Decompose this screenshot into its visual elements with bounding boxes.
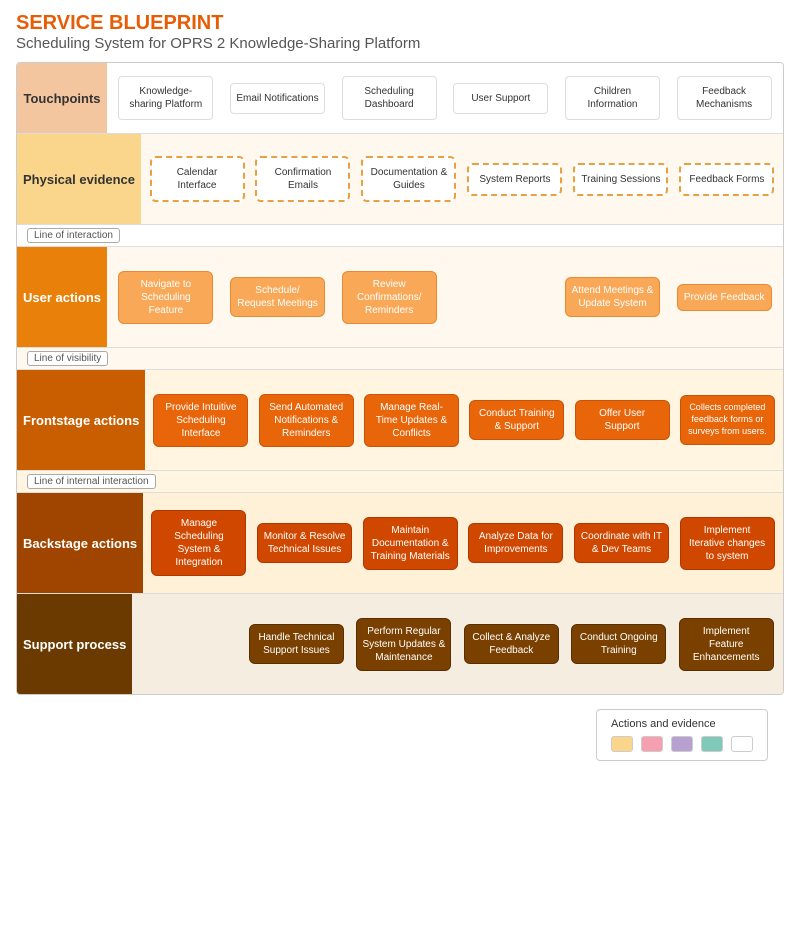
physical-card-3: Documentation & Guides bbox=[361, 156, 456, 202]
physical-card-6: Feedback Forms bbox=[679, 163, 774, 196]
physical-label: Physical evidence bbox=[17, 134, 141, 224]
touchpoint-card-3: Scheduling Dashboard bbox=[342, 76, 437, 120]
frontstage-label: Frontstage actions bbox=[17, 370, 145, 470]
frontstage-card-1: Provide Intuitive Scheduling Interface bbox=[153, 394, 248, 447]
main-title: SERVICE BLUEPRINT bbox=[16, 12, 784, 35]
physical-card-1: Calendar Interface bbox=[150, 156, 245, 202]
backstage-card-1: Manage Scheduling System & Integration bbox=[151, 510, 246, 576]
physical-card-2: Confirmation Emails bbox=[255, 156, 350, 202]
line-visibility-badge: Line of visibility bbox=[27, 351, 108, 366]
support-card-3: Perform Regular System Updates & Mainten… bbox=[356, 618, 451, 671]
frontstage-card-5: Offer User Support bbox=[575, 400, 670, 440]
legend-title: Actions and evidence bbox=[611, 718, 753, 730]
legend-items bbox=[611, 736, 753, 752]
support-card-4: Collect & Analyze Feedback bbox=[464, 624, 559, 664]
support-content: Handle Technical Support Issues Perform … bbox=[132, 594, 783, 694]
physical-card-4: System Reports bbox=[467, 163, 562, 196]
row-user: User actions Navigate to Scheduling Feat… bbox=[17, 247, 783, 348]
support-card-2: Handle Technical Support Issues bbox=[249, 624, 344, 664]
row-backstage: Backstage actions Manage Scheduling Syst… bbox=[17, 493, 783, 594]
user-card-6: Provide Feedback bbox=[677, 284, 772, 311]
backstage-card-4: Analyze Data for Improvements bbox=[468, 523, 563, 563]
backstage-card-2: Monitor & Resolve Technical Issues bbox=[257, 523, 352, 563]
legend-swatch-3 bbox=[671, 736, 693, 752]
legend-swatch-1 bbox=[611, 736, 633, 752]
touchpoint-card-4: User Support bbox=[453, 83, 548, 114]
sub-title: Scheduling System for OPRS 2 Knowledge-S… bbox=[16, 35, 784, 52]
backstage-card-3: Maintain Documentation & Training Materi… bbox=[363, 517, 458, 570]
user-card-1: Navigate to Scheduling Feature bbox=[118, 271, 213, 324]
frontstage-card-4: Conduct Training & Support bbox=[469, 400, 564, 440]
row-touchpoints: Touchpoints Knowledge-sharing Platform E… bbox=[17, 63, 783, 134]
row-frontstage: Frontstage actions Provide Intuitive Sch… bbox=[17, 370, 783, 471]
touchpoints-label: Touchpoints bbox=[17, 63, 107, 133]
legend-swatch-2 bbox=[641, 736, 663, 752]
title-section: SERVICE BLUEPRINT Scheduling System for … bbox=[16, 12, 784, 52]
frontstage-card-3: Manage Real-Time Updates & Conflicts bbox=[364, 394, 459, 447]
touchpoint-card-2: Email Notifications bbox=[230, 83, 325, 114]
user-card-2: Schedule/ Request Meetings bbox=[230, 277, 325, 317]
support-label: Support process bbox=[17, 594, 132, 694]
legend-swatch-4 bbox=[701, 736, 723, 752]
touchpoint-card-1: Knowledge-sharing Platform bbox=[118, 76, 213, 120]
touchpoint-card-6: Feedback Mechanisms bbox=[677, 76, 772, 120]
user-content: Navigate to Scheduling Feature Schedule/… bbox=[107, 247, 783, 347]
backstage-card-5: Coordinate with IT & Dev Teams bbox=[574, 523, 669, 563]
row-support: Support process Handle Technical Support… bbox=[17, 594, 783, 694]
backstage-content: Manage Scheduling System & Integration M… bbox=[143, 493, 783, 593]
legend-swatch-5 bbox=[731, 736, 753, 752]
line-internal-badge: Line of internal interaction bbox=[27, 474, 156, 489]
frontstage-content: Provide Intuitive Scheduling Interface S… bbox=[145, 370, 783, 470]
touchpoint-card-5: Children Information bbox=[565, 76, 660, 120]
user-card-5: Attend Meetings & Update System bbox=[565, 277, 660, 317]
frontstage-card-2: Send Automated Notifications & Reminders bbox=[259, 394, 354, 447]
backstage-card-6: Implement Iterative changes to system bbox=[680, 517, 775, 570]
line-internal: Line of internal interaction bbox=[17, 471, 783, 493]
backstage-label: Backstage actions bbox=[17, 493, 143, 593]
frontstage-card-6: Collects completed feedback forms or sur… bbox=[680, 395, 775, 444]
row-physical: Physical evidence Calendar Interface Con… bbox=[17, 134, 783, 225]
support-card-5: Conduct Ongoing Training bbox=[571, 624, 666, 664]
line-visibility: Line of visibility bbox=[17, 348, 783, 370]
page: SERVICE BLUEPRINT Scheduling System for … bbox=[0, 0, 800, 781]
user-label: User actions bbox=[17, 247, 107, 347]
support-card-6: Implement Feature Enhancements bbox=[679, 618, 774, 671]
line-interaction-badge: Line of interaction bbox=[27, 228, 120, 243]
line-interaction: Line of interaction bbox=[17, 225, 783, 247]
legend-section: Actions and evidence bbox=[16, 701, 784, 769]
blueprint-container: Touchpoints Knowledge-sharing Platform E… bbox=[16, 62, 784, 695]
legend-box: Actions and evidence bbox=[596, 709, 768, 761]
physical-content: Calendar Interface Confirmation Emails D… bbox=[141, 134, 783, 224]
user-card-3: Review Confirmations/ Reminders bbox=[342, 271, 437, 324]
physical-card-5: Training Sessions bbox=[573, 163, 668, 196]
touchpoints-content: Knowledge-sharing Platform Email Notific… bbox=[107, 63, 783, 133]
